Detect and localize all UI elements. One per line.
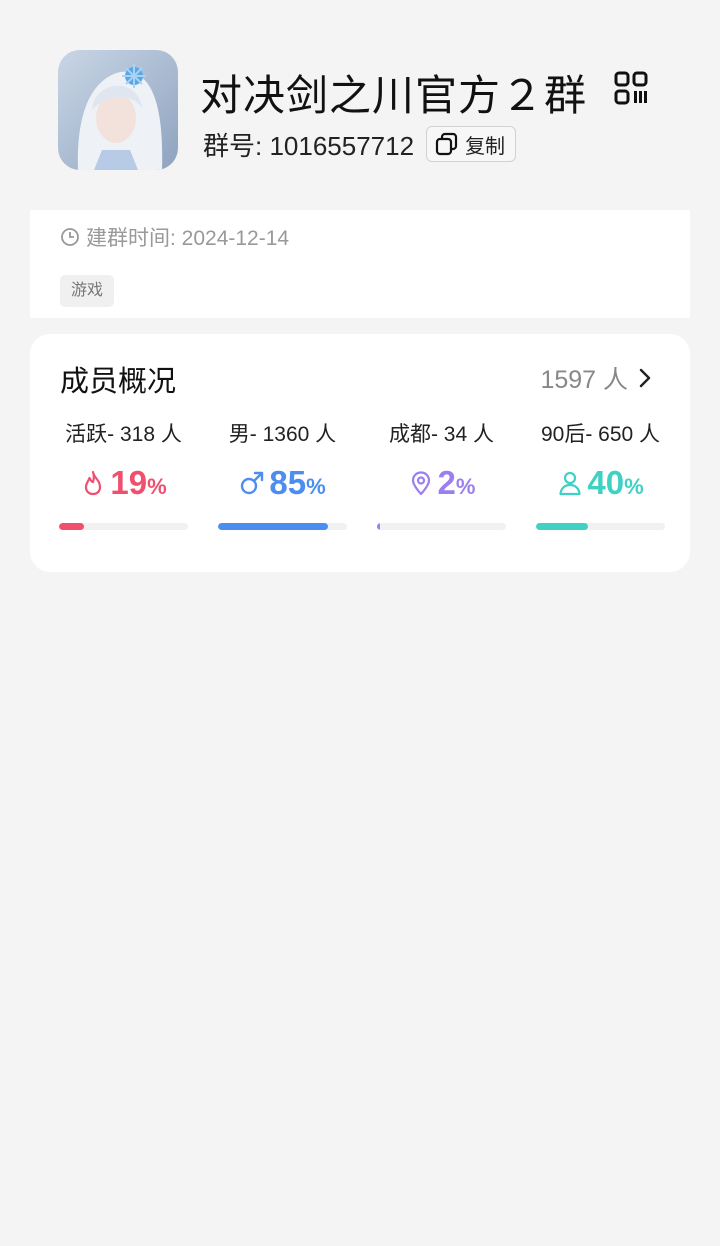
- members-overview-card: 成员概况 1597 人 活跃- 318 人 19 % 男- 1360 人 85 …: [30, 334, 690, 572]
- male-icon: [241, 471, 264, 495]
- created-date: 建群时间: 2024-12-14: [86, 227, 290, 250]
- progress-fill: [218, 523, 328, 530]
- stat-percent: 40: [587, 464, 625, 501]
- person-icon: [559, 471, 581, 496]
- progress-bar: [377, 523, 506, 530]
- created-date-row: 建群时间: 2024-12-14: [60, 222, 289, 252]
- group-name: 对决剑之川官方２群: [200, 72, 588, 119]
- progress-fill: [59, 523, 84, 530]
- stat-percent-sign: %: [455, 474, 476, 499]
- stat-label: 男- 1360 人: [228, 423, 337, 446]
- progress-fill: [377, 523, 380, 530]
- progress-bar: [59, 523, 188, 530]
- group-id: 群号: 1016557712: [203, 130, 415, 161]
- stat-percent: 85: [269, 464, 307, 501]
- progress-bar: [218, 523, 347, 530]
- stat-percent: 19: [110, 464, 148, 501]
- stat-percent: 2: [437, 464, 456, 501]
- stat-percent-sign: %: [147, 474, 167, 499]
- progress-fill: [536, 523, 588, 530]
- copy-label: 复制: [465, 135, 506, 158]
- stat-percent-sign: %: [306, 474, 326, 499]
- copy-button[interactable]: 复制: [426, 126, 517, 162]
- location-pin-icon: [411, 471, 430, 496]
- chevron-right-icon: [639, 368, 651, 388]
- stat-location[interactable]: 成都- 34 人 2 %: [377, 414, 506, 534]
- group-header: 对决剑之川官方２群 群号: 1016557712 复制: [0, 0, 720, 210]
- stat-male[interactable]: 男- 1360 人 85 %: [218, 414, 347, 534]
- progress-bar: [536, 523, 665, 530]
- stat-value: 19 %: [59, 464, 188, 502]
- stat-value: 85 %: [218, 464, 347, 502]
- group-tag: 游戏: [60, 275, 115, 307]
- group-info-card: 建群时间: 2024-12-14 游戏: [30, 210, 690, 318]
- stat-label: 成都- 34 人: [388, 423, 495, 446]
- stat-value: 40 %: [536, 464, 665, 502]
- stat-value: 2 %: [377, 464, 506, 502]
- copy-icon: [435, 132, 458, 156]
- stat-label: 活跃- 318 人: [65, 423, 182, 446]
- stat-active[interactable]: 活跃- 318 人 19 %: [59, 414, 188, 534]
- clock-icon: [61, 228, 79, 246]
- members-total-link[interactable]: 1597 人: [540, 360, 656, 396]
- stat-percent-sign: %: [624, 474, 644, 499]
- members-count: 1597 人: [540, 366, 628, 394]
- fire-icon: [85, 470, 102, 496]
- group-id-row: 群号: 1016557712 复制: [203, 124, 517, 164]
- stat-age[interactable]: 90后- 650 人 40 %: [536, 414, 665, 534]
- stat-label: 90后- 650 人: [540, 423, 661, 446]
- qr-code-icon[interactable]: [612, 70, 650, 108]
- group-avatar[interactable]: [58, 50, 178, 170]
- members-title: 成员概况: [60, 366, 177, 398]
